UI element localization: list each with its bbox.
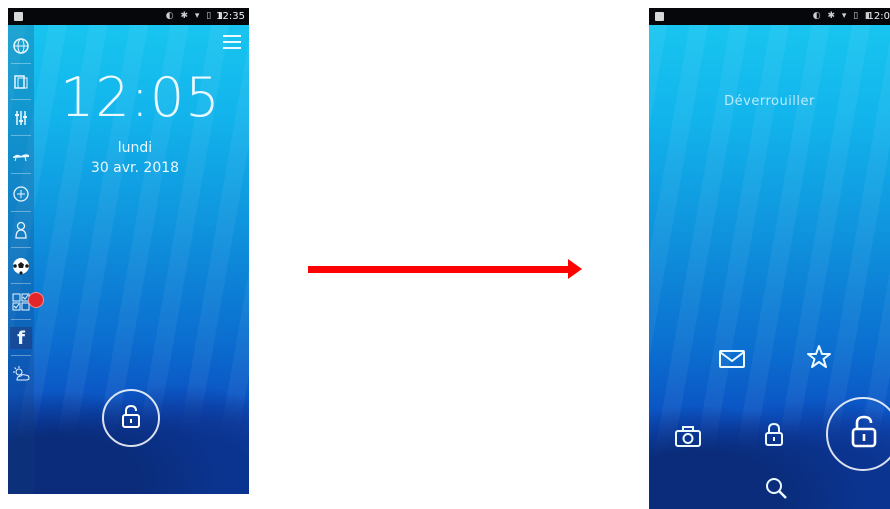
status-bar: ◐ ✱ ▾ ▯ ▮ 12:35: [8, 8, 249, 25]
unlock-ring[interactable]: [102, 389, 160, 447]
lockscreen-after: ◐ ✱ ▾ ▯ ▮ 12:0 Déverrouiller: [649, 8, 890, 509]
notification-icon: [14, 12, 23, 21]
sidebar-divider: [11, 135, 31, 136]
status-time: 12:0: [867, 11, 890, 22]
sidebar-divider: [11, 247, 31, 248]
sidebar-divider: [11, 99, 31, 100]
lockscreen-before: ◐ ✱ ▾ ▯ ▮ 12:35 f 12:05 lundi 30 avr. 20…: [8, 8, 249, 494]
sidebar-divider: [11, 319, 31, 320]
book-icon[interactable]: [10, 71, 32, 93]
sidebar-divider: [11, 283, 31, 284]
clock: 12:05: [60, 66, 221, 129]
notification-icon: [655, 12, 664, 21]
unlock-label: Déverrouiller: [724, 94, 815, 109]
mail-icon[interactable]: [719, 350, 745, 368]
sidebar-divider: [11, 355, 31, 356]
notification-badge: [28, 292, 44, 308]
transition-arrow-head: [568, 259, 582, 279]
equalizer-icon[interactable]: [10, 107, 32, 129]
transition-arrow-line: [308, 266, 570, 273]
app-sidebar: f: [8, 25, 34, 494]
search-icon[interactable]: [764, 476, 788, 500]
menu-icon[interactable]: [223, 35, 241, 49]
unlock-ring[interactable]: [826, 397, 890, 471]
facebook-icon[interactable]: f: [10, 327, 32, 349]
status-time: 12:35: [216, 11, 245, 22]
unlock-icon: [851, 415, 877, 448]
sidebar-divider: [11, 63, 31, 64]
sidebar-divider: [11, 211, 31, 212]
soccer-ball-icon[interactable]: [10, 255, 32, 277]
status-icons: ◐ ✱ ▾ ▯ ▮: [812, 11, 872, 21]
globe-icon[interactable]: [10, 35, 32, 57]
weather-icon[interactable]: [10, 363, 32, 385]
status-bar: ◐ ✱ ▾ ▯ ▮ 12:0: [649, 8, 890, 25]
camera-icon[interactable]: [675, 426, 701, 448]
lock-icon[interactable]: [763, 422, 785, 448]
day-label: lundi: [117, 140, 153, 156]
compass-icon[interactable]: [10, 183, 32, 205]
date-label: 30 avr. 2018: [90, 160, 180, 176]
lock-icon: [122, 404, 140, 428]
character-icon[interactable]: [10, 219, 32, 241]
star-icon[interactable]: [806, 344, 832, 370]
sidebar-divider: [11, 173, 31, 174]
horse-icon[interactable]: [10, 145, 32, 167]
